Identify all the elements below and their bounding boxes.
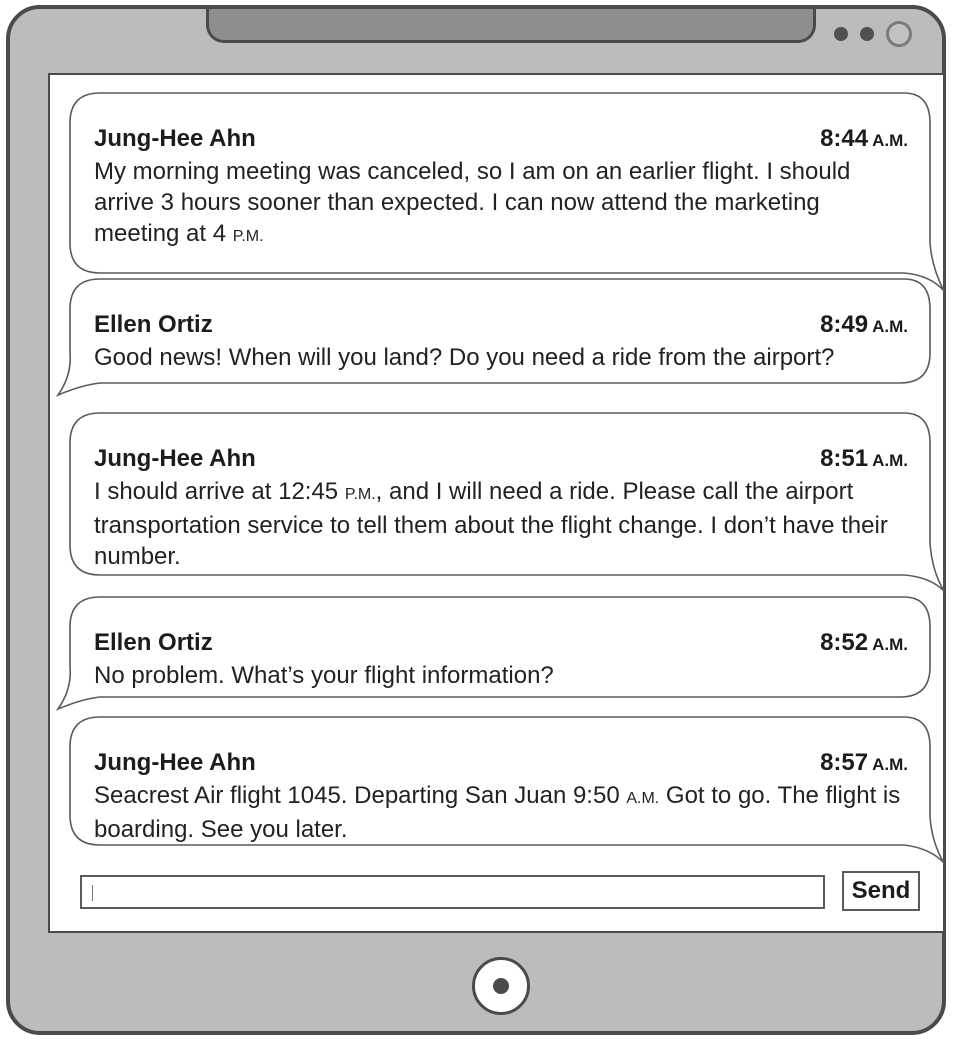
message-bubble: Jung-Hee Ahn 8:44 A.M. My morning meeting… bbox=[69, 92, 945, 292]
camera-icon bbox=[886, 21, 912, 47]
message-bubble: Ellen Ortiz 8:52 A.M. No problem. What’s … bbox=[55, 596, 931, 711]
message-text: Seacrest Air flight 1045. Departing San … bbox=[94, 782, 901, 843]
message-text: I should arrive at 12:45 P.M., and I wil… bbox=[94, 478, 888, 570]
message-bubble: Jung-Hee Ahn 8:51 A.M. I should arrive at… bbox=[69, 412, 945, 592]
message-time: 8:51 A.M. bbox=[820, 445, 908, 472]
message-sender: Jung-Hee Ahn bbox=[94, 749, 256, 776]
dot-icon bbox=[834, 27, 848, 41]
message-sender: Ellen Ortiz bbox=[94, 311, 213, 338]
chat-screen: Jung-Hee Ahn 8:44 A.M. My morning meeting… bbox=[48, 73, 945, 933]
message-time: 8:52 A.M. bbox=[820, 629, 908, 656]
message-input[interactable] bbox=[80, 875, 825, 909]
home-button[interactable] bbox=[472, 957, 530, 1015]
message-sender: Jung-Hee Ahn bbox=[94, 445, 256, 472]
message-bubble: Jung-Hee Ahn 8:57 A.M. Seacrest Air fligh… bbox=[69, 716, 945, 864]
tablet-device: Jung-Hee Ahn 8:44 A.M. My morning meeting… bbox=[6, 5, 946, 1035]
message-time: 8:49 A.M. bbox=[820, 311, 908, 338]
send-button[interactable]: Send bbox=[842, 871, 920, 911]
message-sender: Jung-Hee Ahn bbox=[94, 125, 256, 152]
window-dots bbox=[834, 21, 912, 47]
message-text: Good news! When will you land? Do you ne… bbox=[94, 344, 835, 371]
device-top-bar bbox=[206, 9, 816, 43]
message-bubble: Ellen Ortiz 8:49 A.M. Good news! When wil… bbox=[55, 278, 931, 397]
message-text: No problem. What’s your flight informati… bbox=[94, 662, 554, 689]
text-caret bbox=[92, 885, 93, 901]
message-time: 8:44 A.M. bbox=[820, 125, 908, 152]
message-time: 8:57 A.M. bbox=[820, 749, 908, 776]
message-text: My morning meeting was canceled, so I am… bbox=[94, 158, 851, 247]
dot-icon bbox=[860, 27, 874, 41]
message-sender: Ellen Ortiz bbox=[94, 629, 213, 656]
